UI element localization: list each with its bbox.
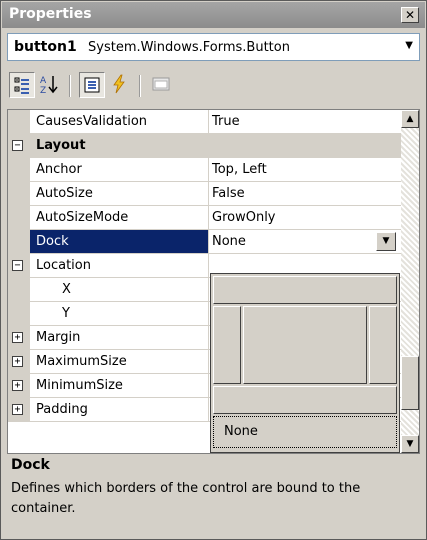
property-value[interactable]: GrowOnly <box>212 210 276 225</box>
column-separator[interactable] <box>208 398 209 422</box>
property-name: Padding <box>36 402 88 417</box>
svg-text:A: A <box>40 76 47 86</box>
column-separator[interactable] <box>208 158 209 182</box>
scroll-thumb[interactable] <box>401 356 419 410</box>
row-gutter <box>8 182 30 206</box>
vertical-scrollbar[interactable]: ▲ ▼ <box>401 110 419 453</box>
expand-icon[interactable]: + <box>12 356 23 367</box>
row-gutter <box>8 206 30 230</box>
dock-fill-button[interactable] <box>243 306 367 384</box>
expand-icon[interactable]: + <box>12 332 23 343</box>
property-name: Location <box>36 258 91 273</box>
category-row[interactable]: − Layout <box>8 134 401 158</box>
categorized-button[interactable] <box>9 72 35 98</box>
toolbar-separator <box>69 75 71 97</box>
row-gutter <box>8 158 30 182</box>
expand-icon[interactable]: + <box>12 380 23 391</box>
close-button[interactable]: ✕ <box>401 7 419 23</box>
property-name: Dock <box>36 234 69 249</box>
property-row[interactable]: Dock None ▼ <box>8 230 401 254</box>
property-name: MinimumSize <box>36 378 123 393</box>
object-type: System.Windows.Forms.Button <box>88 40 290 55</box>
column-separator[interactable] <box>208 230 209 254</box>
dropdown-arrow-icon[interactable]: ▼ <box>405 40 413 51</box>
property-value[interactable]: True <box>212 114 240 129</box>
property-row[interactable]: AutoSizeMode GrowOnly <box>8 206 401 230</box>
property-row[interactable]: AutoSize False <box>8 182 401 206</box>
property-pages-button[interactable] <box>149 72 175 98</box>
property-name: Margin <box>36 330 81 345</box>
collapse-icon[interactable]: − <box>12 260 23 271</box>
window-title: Properties <box>9 6 92 22</box>
property-value[interactable]: False <box>212 186 245 201</box>
row-gutter <box>8 278 30 302</box>
properties-button[interactable] <box>79 72 105 98</box>
property-name: AutoSize <box>36 186 93 201</box>
toolbar-separator <box>139 75 141 97</box>
categorized-icon <box>14 77 29 94</box>
column-separator[interactable] <box>208 278 209 302</box>
alphabetical-button[interactable]: A Z <box>37 72 63 98</box>
property-value[interactable]: Top, Left <box>212 162 267 177</box>
row-gutter <box>8 110 30 134</box>
property-row[interactable]: CausesValidation True <box>8 110 401 134</box>
dock-dropdown-button[interactable]: ▼ <box>376 232 396 251</box>
row-gutter <box>8 302 30 326</box>
column-separator[interactable] <box>208 182 209 206</box>
expand-icon[interactable]: + <box>12 404 23 415</box>
dock-bottom-button[interactable] <box>213 386 397 414</box>
column-separator[interactable] <box>208 110 209 134</box>
description-text: Defines which borders of the control are… <box>11 481 361 516</box>
events-lightning-icon <box>113 74 125 94</box>
events-button[interactable] <box>107 72 133 98</box>
object-selector-combo[interactable]: button1 System.Windows.Forms.Button ▼ <box>7 33 420 61</box>
dock-top-button[interactable] <box>213 276 397 304</box>
alphabetical-sort-icon: A Z <box>40 76 58 96</box>
properties-icon <box>84 77 100 93</box>
property-value[interactable]: None <box>212 234 246 249</box>
row-gutter <box>8 230 30 254</box>
scroll-down-button[interactable]: ▼ <box>401 435 419 453</box>
property-row[interactable]: Anchor Top, Left <box>8 158 401 182</box>
row-gutter: + <box>8 326 30 350</box>
row-gutter: + <box>8 398 30 422</box>
category-name: Layout <box>36 138 86 153</box>
column-separator[interactable] <box>208 374 209 398</box>
collapse-icon[interactable]: − <box>12 140 23 151</box>
properties-toolbar: A Z <box>7 67 420 105</box>
property-name: X <box>62 282 71 297</box>
row-gutter: − <box>8 134 30 158</box>
dock-picker-popup: None <box>210 273 400 453</box>
properties-window: Properties ✕ button1 System.Windows.Form… <box>0 0 427 540</box>
property-name: Y <box>62 306 70 321</box>
row-gutter: + <box>8 374 30 398</box>
scroll-up-button[interactable]: ▲ <box>401 110 419 128</box>
column-separator[interactable] <box>208 350 209 374</box>
dock-none-button[interactable]: None <box>213 416 397 448</box>
dock-left-button[interactable] <box>213 306 241 384</box>
dock-right-button[interactable] <box>369 306 397 384</box>
column-separator[interactable] <box>208 254 209 278</box>
property-pages-icon <box>152 77 170 91</box>
dock-none-label: None <box>224 424 258 439</box>
object-name: button1 <box>14 39 77 55</box>
description-panel: Dock Defines which borders of the contro… <box>7 457 420 533</box>
svg-text:Z: Z <box>40 86 46 96</box>
title-bar[interactable]: Properties ✕ <box>2 2 425 28</box>
description-title: Dock <box>11 457 50 473</box>
property-name: CausesValidation <box>36 114 148 129</box>
property-name: MaximumSize <box>36 354 127 369</box>
property-name: Anchor <box>36 162 82 177</box>
column-separator[interactable] <box>208 302 209 326</box>
row-gutter: + <box>8 350 30 374</box>
column-separator[interactable] <box>208 206 209 230</box>
row-gutter: − <box>8 254 30 278</box>
property-name: AutoSizeMode <box>36 210 129 225</box>
column-separator[interactable] <box>208 326 209 350</box>
